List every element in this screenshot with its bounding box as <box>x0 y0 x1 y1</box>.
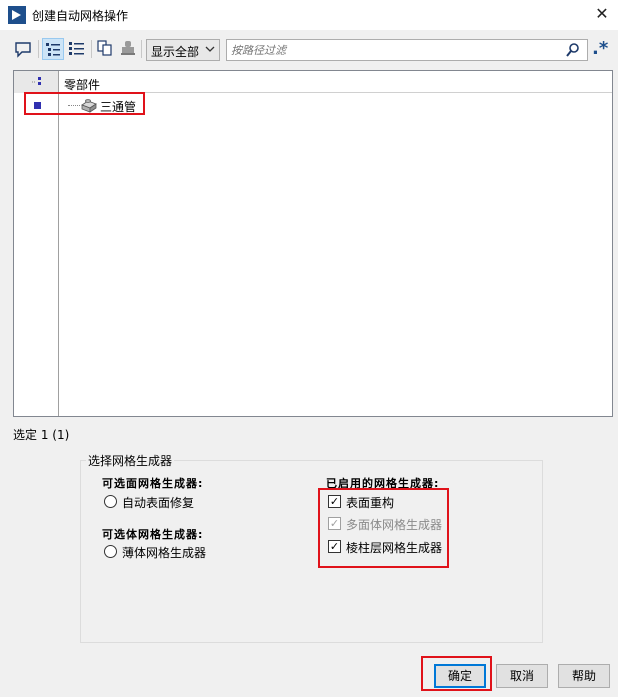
tree-view-icon[interactable] <box>42 38 64 60</box>
toolbar-separator <box>38 40 39 58</box>
chevron-down-icon <box>205 43 215 58</box>
tree-indicator-column <box>14 71 59 416</box>
comment-icon[interactable] <box>12 38 34 60</box>
volume-mesher-heading: 可选体网格生成器: <box>102 528 204 541</box>
display-filter-value: 显示全部 <box>151 45 200 59</box>
close-button[interactable]: ✕ <box>592 4 612 24</box>
search-icon[interactable] <box>565 42 581 58</box>
title-bar: 创建自动网格操作 ✕ <box>0 0 618 30</box>
thin-mesher-radio[interactable] <box>104 545 117 558</box>
tree-header-indicator[interactable] <box>14 71 59 93</box>
app-icon <box>8 6 26 24</box>
help-button[interactable]: 帮助 <box>558 664 610 688</box>
mesher-group-title: 选择网格生成器 <box>86 452 175 469</box>
selection-status: 选定 1 (1) <box>13 428 70 442</box>
highlight-box <box>24 92 145 115</box>
thin-mesher-label[interactable]: 薄体网格生成器 <box>122 544 206 561</box>
surface-mesher-heading: 可选面网格生成器: <box>102 477 204 490</box>
column-header-parts[interactable]: 零部件 <box>64 76 100 93</box>
toolbar-separator <box>91 40 92 58</box>
stamp-icon[interactable] <box>118 38 140 60</box>
copy-icon[interactable] <box>95 38 117 60</box>
display-filter-select[interactable]: 显示全部 <box>146 39 220 61</box>
path-filter-box[interactable] <box>226 39 588 61</box>
highlight-box <box>421 656 492 691</box>
highlight-box <box>318 488 449 568</box>
cancel-button[interactable]: 取消 <box>496 664 548 688</box>
surface-repair-radio[interactable] <box>104 495 117 508</box>
surface-repair-label[interactable]: 自动表面修复 <box>122 494 194 511</box>
window-title: 创建自动网格操作 <box>32 9 129 23</box>
toolbar: 显示全部 .* <box>0 36 618 64</box>
list-view-icon[interactable] <box>66 38 88 60</box>
parts-tree[interactable]: 零部件 三通管 <box>13 70 613 417</box>
toolbar-separator <box>141 40 142 58</box>
path-filter-input[interactable] <box>227 40 557 60</box>
tree-header: 零部件 <box>14 71 612 93</box>
regex-icon[interactable]: .* <box>592 38 612 60</box>
